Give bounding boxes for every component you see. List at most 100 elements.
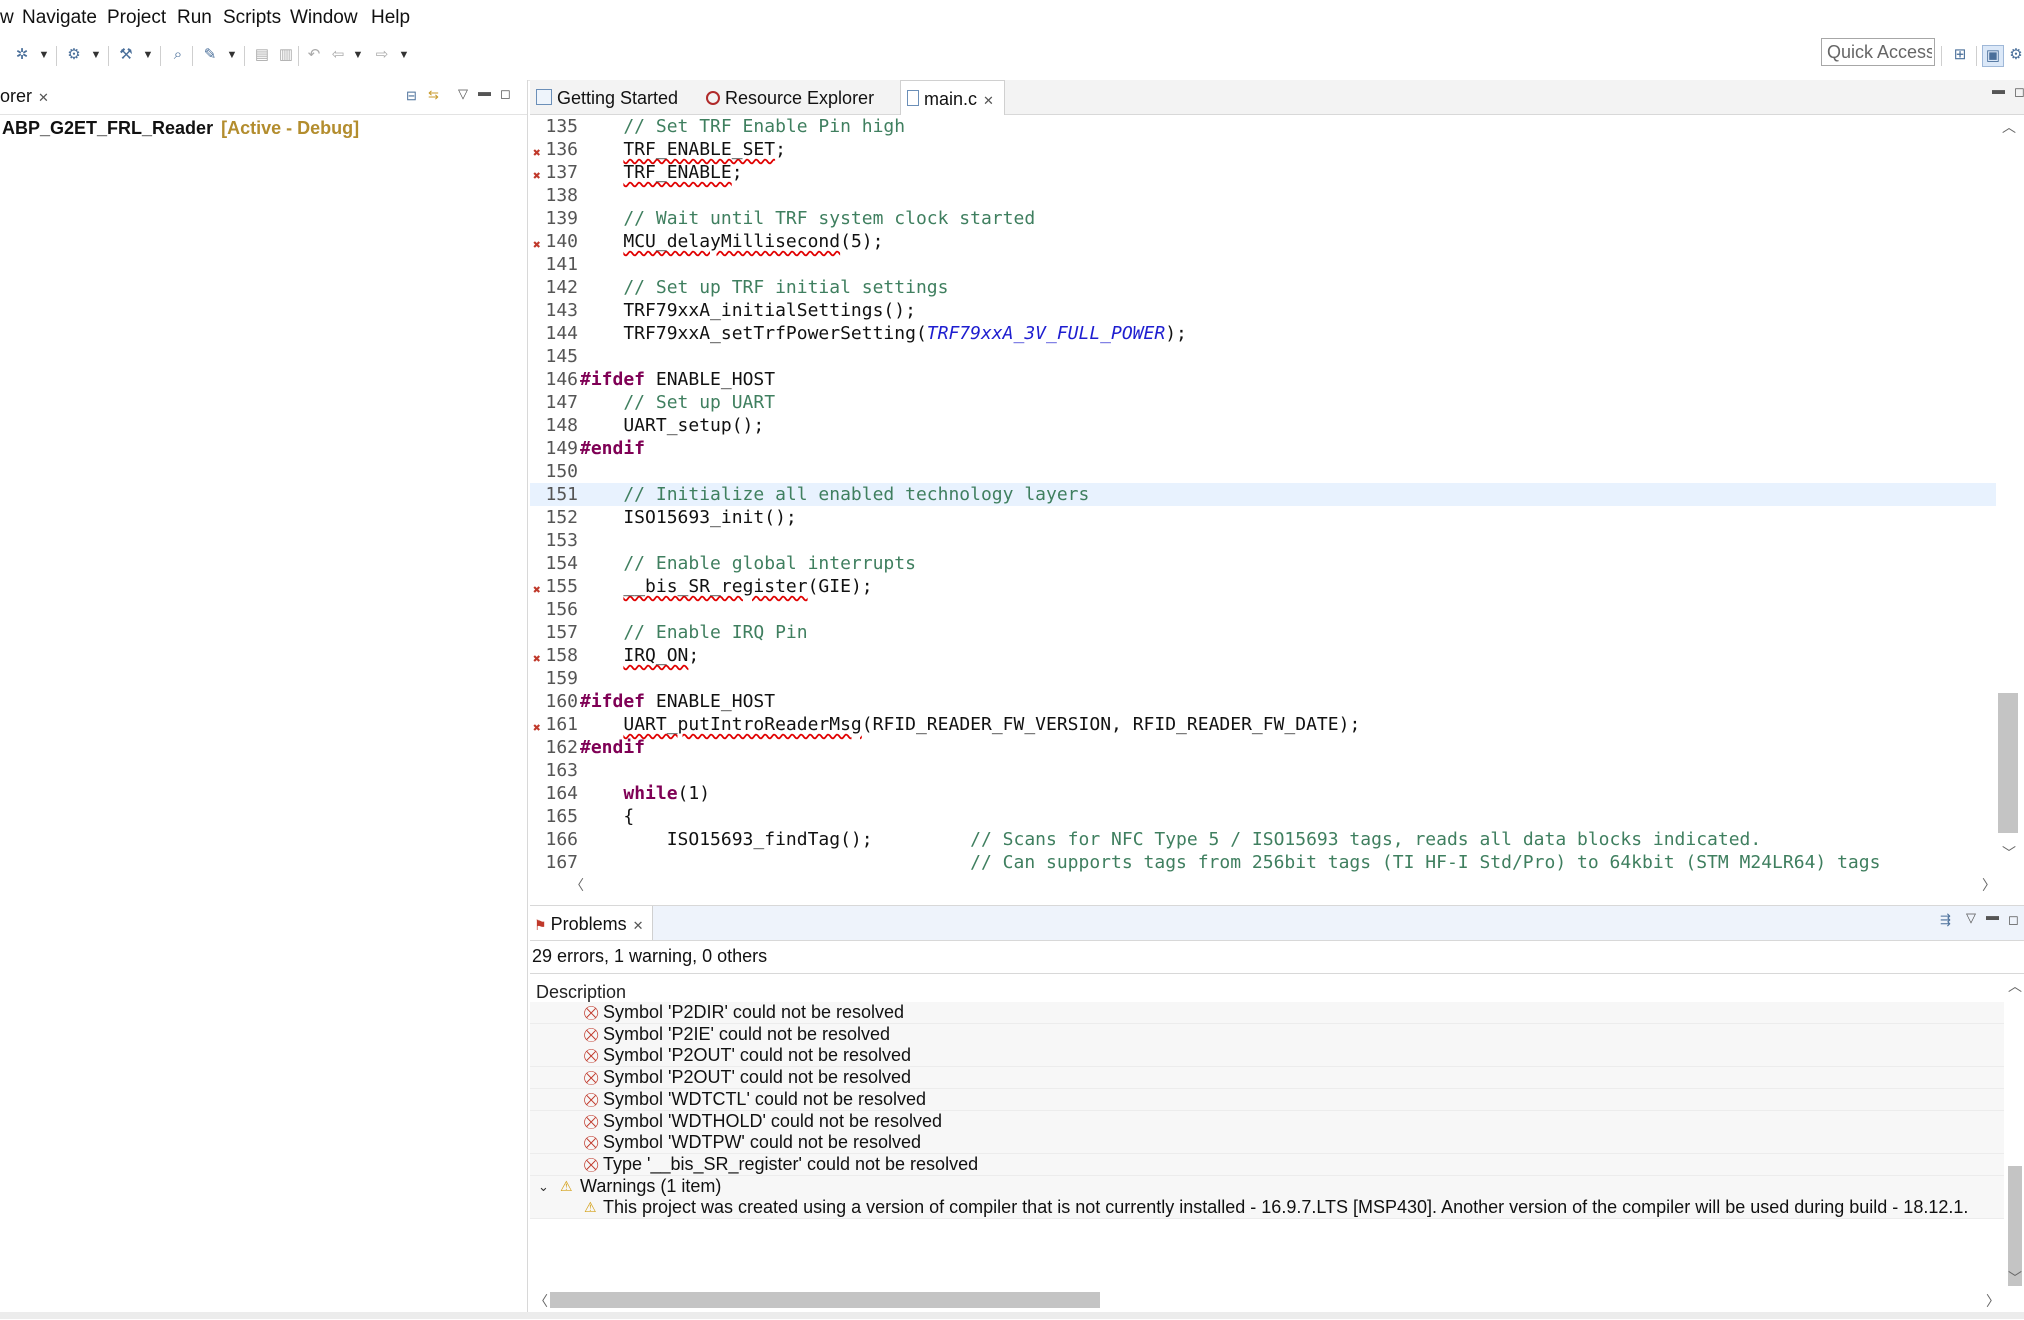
hammer-icon[interactable]: ⚒ [116, 45, 136, 65]
tab-main-c[interactable]: main.c ✕ [900, 80, 1005, 115]
filter-icon[interactable]: ⇶ [1940, 912, 1951, 928]
chevron-down-icon[interactable]: ▼ [38, 45, 50, 65]
chevron-down-icon[interactable]: ▼ [90, 45, 102, 65]
scroll-right-icon[interactable]: 〉 [1982, 875, 1996, 895]
annotation-prev-icon[interactable]: ▤ [252, 45, 272, 65]
forward-icon[interactable]: ⇨ [372, 45, 392, 65]
code-line[interactable]: 163 [530, 759, 1996, 782]
debug-gear-icon[interactable]: ✲ [12, 45, 32, 65]
debug-perspective-icon[interactable]: ⚙ [2006, 45, 2024, 65]
menu-run[interactable]: Run [177, 7, 212, 29]
tab-getting-started[interactable]: Getting Started [536, 80, 678, 114]
annotation-next-icon[interactable]: ▥ [276, 45, 296, 65]
code-line[interactable]: 138 [530, 184, 1996, 207]
problem-group-row[interactable]: ⌄ ⚠ Warnings (1 item) [530, 1175, 2004, 1198]
code-line[interactable]: 162 #endif [530, 736, 1996, 759]
expand-toggle-icon[interactable]: ⌄ [538, 1176, 549, 1197]
scroll-up-icon[interactable]: ︿ [2008, 976, 2022, 996]
chevron-down-icon[interactable]: ▼ [142, 45, 154, 65]
problem-row[interactable]: ⛒ Symbol 'WDTHOLD' could not be resolved [530, 1110, 2004, 1133]
minimize-icon[interactable]: ▬ [1992, 82, 2005, 97]
code-line[interactable]: 154 // Enable global interrupts [530, 552, 1996, 575]
code-line[interactable]: 139 // Wait until TRF system clock start… [530, 207, 1996, 230]
edit-perspective-icon[interactable]: ▣ [1982, 45, 2004, 67]
close-icon[interactable]: ✕ [633, 918, 644, 933]
code-line[interactable]: 152 ISO15693_init(); [530, 506, 1996, 529]
scroll-up-icon[interactable]: ︿ [2002, 117, 2016, 137]
code-line[interactable]: 166 ISO15693_findTag(); // Scans for NFC… [530, 828, 1996, 851]
code-line[interactable]: ✖ 161 UART_putIntroReaderMsg(RFID_READER_… [530, 713, 1996, 736]
code-line[interactable]: ✖ 136 TRF_ENABLE_SET; [530, 138, 1996, 161]
code-line[interactable]: 151 // Initialize all enabled technology… [530, 483, 1996, 506]
scroll-left-icon[interactable]: 〈 [570, 875, 584, 895]
scroll-left-icon[interactable]: 〈 [534, 1291, 548, 1311]
code-line[interactable]: 141 [530, 253, 1996, 276]
code-line[interactable]: 135 // Set TRF Enable Pin high [530, 115, 1996, 138]
problem-row[interactable]: ⛒ Symbol 'WDTCTL' could not be resolved [530, 1088, 2004, 1111]
scroll-right-icon[interactable]: 〉 [1986, 1291, 2000, 1311]
code-area[interactable]: 135 // Set TRF Enable Pin high ✖ 136 TRF_E… [530, 115, 1996, 955]
problem-row[interactable]: ⚠ This project was created using a versio… [530, 1197, 2004, 1220]
tab-problems[interactable]: ⚑ Problems ✕ [530, 906, 653, 940]
code-line[interactable]: ✖ 155 __bis_SR_register(GIE); [530, 575, 1996, 598]
build-icon[interactable]: ⚙ [64, 45, 84, 65]
code-line[interactable]: 165 { [530, 805, 1996, 828]
editor-vertical-scrollbar[interactable]: ︿ ﹀ [1996, 115, 2020, 865]
menu-window-partial[interactable]: w [0, 7, 14, 29]
code-line[interactable]: 159 [530, 667, 1996, 690]
code-line[interactable]: 157 // Enable IRQ Pin [530, 621, 1996, 644]
chevron-down-icon[interactable]: ▼ [226, 45, 238, 65]
problem-row[interactable]: ⛒ Symbol 'P2OUT' could not be resolved [530, 1067, 2004, 1090]
close-icon[interactable]: ✕ [38, 90, 49, 105]
menu-scripts[interactable]: Scripts [223, 7, 281, 29]
minimize-icon[interactable]: ▬ [1986, 908, 1999, 923]
code-line[interactable]: 142 // Set up TRF initial settings [530, 276, 1996, 299]
scrollbar-thumb[interactable] [550, 1292, 1100, 1308]
code-line[interactable]: 145 [530, 345, 1996, 368]
problem-row[interactable]: ⛒ Symbol 'WDTPW' could not be resolved [530, 1132, 2004, 1155]
view-menu-icon[interactable]: ▽ [1966, 910, 1976, 926]
code-line[interactable]: ✖ 137 TRF_ENABLE; [530, 161, 1996, 184]
code-line[interactable]: 143 TRF79xxA_initialSettings(); [530, 299, 1996, 322]
editor-horizontal-scrollbar[interactable]: 〈 〉 [570, 875, 1996, 895]
flash-icon[interactable]: ✎ [200, 45, 220, 65]
maximize-icon[interactable]: ◻ [2008, 912, 2019, 928]
scroll-down-icon[interactable]: ﹀ [2002, 843, 2016, 863]
code-line[interactable]: 148 UART_setup(); [530, 414, 1996, 437]
problems-horizontal-scrollbar[interactable]: 〈 〉 [530, 1288, 2004, 1312]
project-tree-item[interactable]: ABP_G2ET_FRL_Reader [Active - Debug] [2, 118, 359, 139]
code-line[interactable]: 144 TRF79xxA_setTrfPowerSetting(TRF79xxA… [530, 322, 1996, 345]
chevron-down-icon[interactable]: ▼ [352, 45, 364, 65]
problem-row[interactable]: ⛒ Symbol 'P2DIR' could not be resolved [530, 1002, 2004, 1024]
menu-window[interactable]: Window [290, 7, 358, 29]
code-line[interactable]: 160 #ifdef ENABLE_HOST [530, 690, 1996, 713]
problem-row[interactable]: ⛒ Type '__bis_SR_register' could not be r… [530, 1153, 2004, 1176]
maximize-icon[interactable]: ◻ [500, 86, 511, 102]
code-line[interactable]: 150 [530, 460, 1996, 483]
code-line[interactable]: 156 [530, 598, 1996, 621]
column-header-description[interactable]: Description [536, 982, 626, 1003]
minimize-icon[interactable]: ▬ [478, 84, 491, 99]
code-line[interactable]: 146 #ifdef ENABLE_HOST [530, 368, 1996, 391]
back-icon[interactable]: ⇦ [328, 45, 348, 65]
quick-access-input[interactable] [1821, 38, 1935, 66]
tab-project-explorer[interactable]: orer ✕ [0, 86, 49, 112]
chevron-down-icon[interactable]: ▼ [398, 45, 410, 65]
code-line[interactable]: 153 [530, 529, 1996, 552]
code-line[interactable]: 149 #endif [530, 437, 1996, 460]
close-icon[interactable]: ✕ [983, 93, 994, 108]
menu-navigate[interactable]: Navigate [22, 7, 97, 29]
code-line[interactable]: 164 while(1) [530, 782, 1996, 805]
scroll-down-icon[interactable]: ﹀ [2008, 1268, 2022, 1288]
problem-row[interactable]: ⛒ Symbol 'P2OUT' could not be resolved [530, 1045, 2004, 1068]
scrollbar-thumb[interactable] [1998, 693, 2018, 833]
code-line[interactable]: 147 // Set up UART [530, 391, 1996, 414]
code-line[interactable]: ✖ 140 MCU_delayMillisecond(5); [530, 230, 1996, 253]
problem-row[interactable]: ⛒ Symbol 'P2IE' could not be resolved [530, 1023, 2004, 1046]
menu-project[interactable]: Project [107, 7, 166, 29]
last-edit-icon[interactable]: ↶ [304, 45, 324, 65]
code-line[interactable]: 167 // Can supports tags from 256bit tag… [530, 851, 1996, 874]
problems-vertical-scrollbar[interactable]: ︿ ﹀ [2006, 976, 2024, 1286]
view-menu-icon[interactable]: ▽ [458, 86, 468, 102]
collapse-all-icon[interactable]: ⊟ [406, 88, 417, 104]
